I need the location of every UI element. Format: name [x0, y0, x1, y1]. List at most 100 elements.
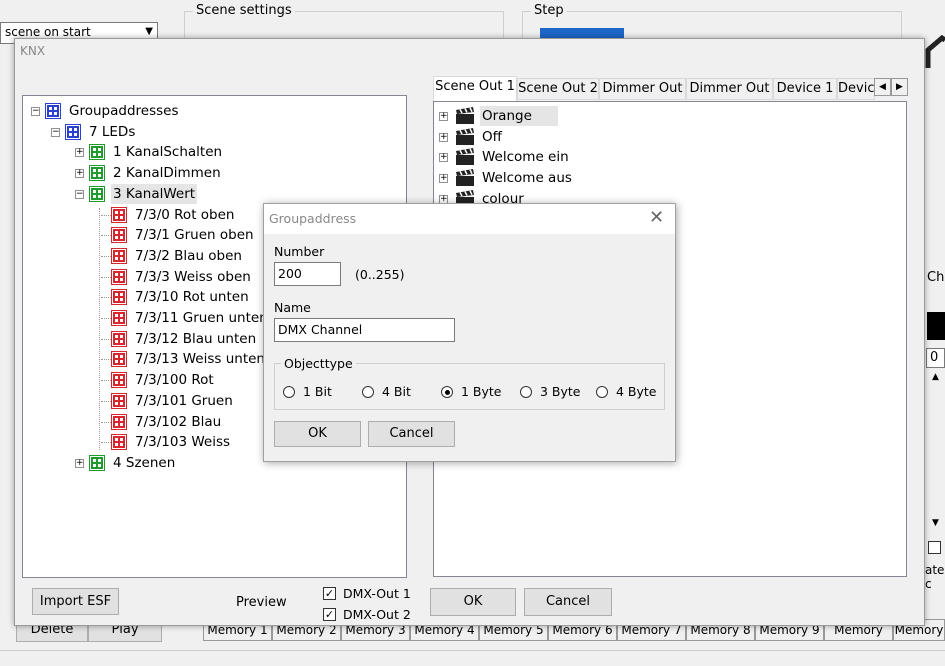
radio-button-icon[interactable] [596, 386, 608, 398]
tree-node-label: 4 Szenen [113, 454, 176, 471]
groupaddress-icon [89, 454, 105, 471]
expand-icon[interactable]: + [439, 174, 448, 184]
right-down-arrow[interactable]: ▼ [926, 518, 945, 534]
radio-label: 1 Bit [303, 384, 332, 399]
tab-label: Devic [838, 81, 875, 96]
expand-icon[interactable]: + [439, 132, 448, 142]
tab-dimmer-out-1[interactable]: Dimmer Out 1 [599, 78, 686, 100]
scene-item-welcome-ein[interactable]: + Welcome ein [434, 147, 834, 167]
dialog-title: Groupaddress [269, 211, 357, 226]
tree-node-label: 7/3/0 Rot oben [135, 206, 235, 223]
groupaddress-icon [89, 165, 105, 182]
tree-line [101, 276, 111, 278]
tree-node-label: 7/3/13 Weiss unten [135, 351, 265, 368]
groupaddress-icon [111, 289, 127, 306]
right-black-box [927, 312, 945, 340]
tab-scroll-right[interactable]: ▶ [891, 78, 908, 96]
radio-4-bit[interactable]: 4 Bit [362, 384, 437, 402]
groupaddress-icon [111, 434, 127, 451]
collapse-icon[interactable]: − [75, 189, 84, 199]
dmx-out1-checkbox[interactable]: ✓ [323, 587, 336, 600]
radio-4-byte[interactable]: 4 Byte [596, 384, 671, 402]
groupaddress-icon [111, 330, 127, 347]
tab-dimmer-out-2[interactable]: Dimmer Out 2 [686, 78, 773, 100]
groupaddress-icon [111, 310, 127, 326]
radio-button-icon[interactable] [441, 386, 453, 398]
radio-button-icon[interactable] [362, 386, 374, 398]
knx-ok-button[interactable]: OK [430, 588, 516, 616]
scene-label: Welcome aus [482, 170, 572, 187]
expand-icon[interactable]: + [439, 153, 448, 163]
scene-label: Welcome ein [482, 149, 569, 166]
chevron-down-icon: ▼ [145, 26, 153, 37]
dialog-titlebar: Groupaddress ✕ [264, 204, 675, 234]
tree-node-label: 3 KanalWert [111, 183, 198, 204]
tab-scroll-left[interactable]: ◀ [874, 78, 891, 96]
number-label: Number [274, 244, 325, 259]
scene-item-welcome-aus[interactable]: + Welcome aus [434, 168, 834, 188]
knx-cancel-button[interactable]: Cancel [524, 588, 612, 616]
scene-label: Orange [480, 106, 558, 126]
close-icon[interactable]: ✕ [649, 207, 664, 228]
groupaddress-icon [111, 247, 127, 264]
tab-scene-out-1[interactable]: Scene Out 1 [433, 76, 517, 101]
tree-node-1-kanalschalten[interactable]: +1 KanalSchalten [23, 142, 403, 162]
dmx-out2-checkbox[interactable]: ✓ [323, 608, 336, 621]
radio-1-byte[interactable]: 1 Byte [441, 384, 516, 402]
scene-item-orange[interactable]: + Orange [434, 106, 834, 126]
dialog-cancel-button[interactable]: Cancel [368, 421, 455, 447]
tree-node-label: 7/3/102 Blau [135, 413, 222, 430]
tree-node-label: 2 KanalDimmen [113, 165, 221, 182]
tree-node-label: 7/3/101 Gruen [135, 392, 233, 409]
tree-node-3-kanalwert[interactable]: − 3 KanalWert [23, 183, 403, 204]
right-up-arrow[interactable]: ▲ [926, 372, 945, 388]
tree-node-2-kanaldimmen[interactable]: +2 KanalDimmen [23, 163, 403, 183]
scene-settings-label: Scene settings [193, 3, 295, 18]
dmx-out1-label: DMX-Out 1 [343, 586, 411, 601]
radio-button-icon[interactable] [520, 386, 532, 398]
collapse-icon[interactable]: − [31, 107, 40, 116]
logo-icon [924, 28, 945, 80]
right-ate-label: ate c [925, 563, 945, 591]
scene-item-off[interactable]: + Off [434, 127, 834, 147]
step-label: Step [531, 3, 567, 18]
radio-3-byte[interactable]: 3 Byte [520, 384, 595, 402]
tree-node-label: 7/3/1 Gruen oben [135, 227, 254, 244]
import-esf-button[interactable]: Import ESF [32, 588, 119, 615]
groupaddress-icon [111, 268, 127, 285]
expand-icon[interactable]: + [75, 148, 84, 158]
groupaddress-icon [111, 206, 127, 223]
right-zero-field[interactable]: 0 [926, 348, 945, 368]
number-value: 200 [278, 266, 302, 281]
clapperboard-icon [455, 148, 475, 166]
radio-dot [444, 389, 450, 395]
radio-1-bit[interactable]: 1 Bit [283, 384, 358, 402]
tab-label: Device 1 [776, 81, 834, 96]
groupaddress-icon [111, 372, 127, 389]
dialog-ok-button[interactable]: OK [274, 421, 361, 447]
groupaddress-icon [111, 351, 127, 368]
right-checkbox[interactable] [928, 541, 941, 554]
tab-devic[interactable]: Devic [837, 78, 875, 100]
expand-icon[interactable]: + [75, 458, 84, 468]
radio-button-icon[interactable] [283, 386, 295, 398]
tab-device-1[interactable]: Device 1 [773, 78, 837, 100]
tree-line [101, 214, 111, 216]
tree-node-label: 7/3/12 Blau unten [135, 330, 257, 347]
name-input[interactable]: DMX Channel [274, 318, 455, 342]
groupaddress-dialog: Groupaddress ✕ Number 200 (0..255) Name … [263, 203, 676, 462]
tree-line [101, 442, 111, 444]
expand-icon[interactable]: + [75, 169, 84, 179]
preview-label: Preview [236, 595, 287, 610]
dmx-out2-label: DMX-Out 2 [343, 607, 411, 622]
number-input[interactable]: 200 [274, 262, 341, 286]
tree-node-7-leds[interactable]: − 7 LEDs [23, 122, 403, 142]
tree-node-groupaddresses[interactable]: − Groupaddresses [23, 101, 403, 121]
expand-icon[interactable]: + [439, 112, 448, 121]
bottom-border [0, 650, 945, 666]
tab-scene-out-2[interactable]: Scene Out 2 [517, 78, 599, 100]
collapse-icon[interactable]: − [51, 127, 60, 137]
groupaddress-icon [111, 413, 127, 430]
tab-label: Dimmer Out 1 [602, 81, 683, 96]
tree-line [101, 235, 111, 237]
